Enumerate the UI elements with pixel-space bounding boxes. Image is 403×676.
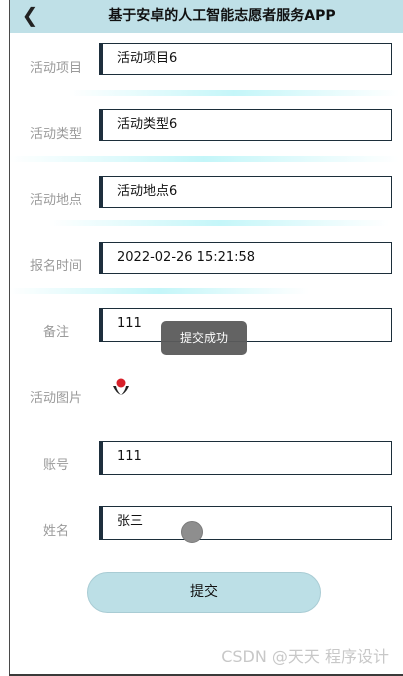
touch-indicator bbox=[181, 521, 203, 543]
signup-time-field[interactable]: 2022-02-26 15:21:58 bbox=[99, 242, 392, 274]
decorative-streak bbox=[9, 156, 399, 162]
signup-time-value: 2022-02-26 15:21:58 bbox=[117, 250, 256, 265]
activity-type-label: 活动类型 bbox=[29, 127, 82, 142]
decorative-streak bbox=[49, 220, 389, 226]
screen-edge bbox=[9, 0, 10, 676]
app-header: ❮ 基于安卓的人工智能志愿者服务APP bbox=[9, 0, 403, 33]
chevron-left-icon: ❮ bbox=[21, 3, 39, 27]
watermark: CSDN @天天 程序设计 bbox=[221, 647, 389, 666]
activity-image-label: 活动图片 bbox=[29, 391, 82, 406]
page-title: 基于安卓的人工智能志愿者服务APP bbox=[108, 8, 336, 24]
submit-button[interactable]: 提交 bbox=[87, 572, 321, 613]
success-toast: 提交成功 bbox=[161, 321, 247, 355]
name-value: 张三 bbox=[117, 514, 144, 529]
name-field[interactable]: 张三 bbox=[99, 506, 392, 540]
activity-item-label: 活动项目 bbox=[29, 61, 82, 76]
account-field[interactable]: 111 bbox=[99, 441, 392, 475]
account-label: 账号 bbox=[42, 458, 69, 473]
remark-label: 备注 bbox=[42, 325, 69, 340]
back-button[interactable]: ❮ bbox=[19, 4, 41, 26]
activity-type-field[interactable]: 活动类型6 bbox=[99, 109, 392, 141]
volunteer-logo-icon[interactable] bbox=[110, 375, 132, 397]
signup-time-label: 报名时间 bbox=[29, 259, 82, 274]
account-value: 111 bbox=[117, 449, 142, 464]
activity-item-value: 活动项目6 bbox=[117, 51, 178, 66]
activity-type-value: 活动类型6 bbox=[117, 117, 178, 132]
remark-value: 111 bbox=[117, 316, 142, 331]
name-label: 姓名 bbox=[42, 524, 69, 539]
activity-location-label: 活动地点 bbox=[29, 193, 82, 208]
app-screen: ❮ 基于安卓的人工智能志愿者服务APP 活动项目 活动项目6 活动类型 活动类型… bbox=[9, 0, 403, 676]
activity-item-field[interactable]: 活动项目6 bbox=[99, 43, 392, 75]
decorative-streak bbox=[9, 288, 309, 294]
activity-location-field[interactable]: 活动地点6 bbox=[99, 176, 392, 208]
decorative-streak bbox=[69, 90, 399, 96]
activity-location-value: 活动地点6 bbox=[117, 184, 178, 199]
